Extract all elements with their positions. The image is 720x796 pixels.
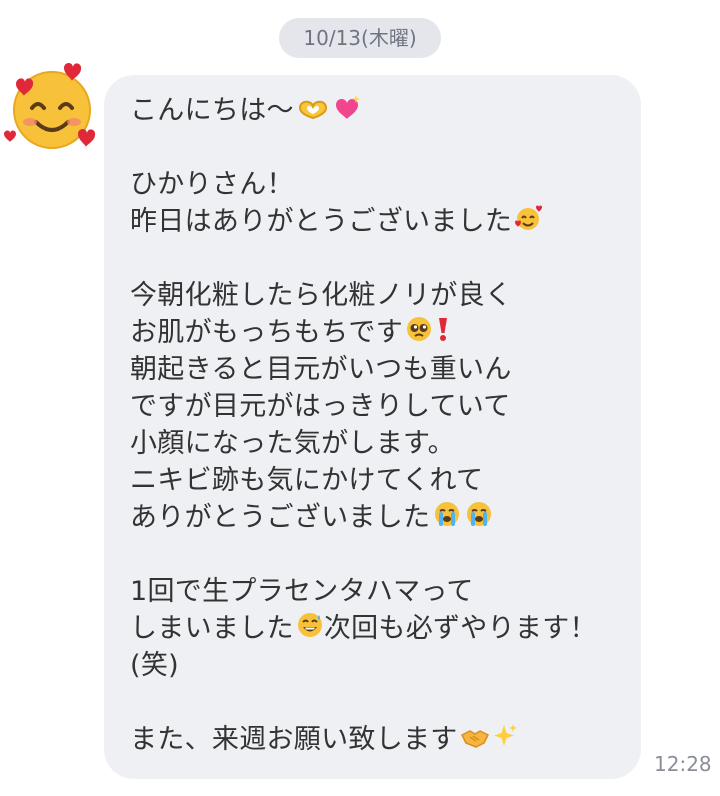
message-line: 小顔になった気がします。 [130,428,455,459]
handshake-icon [460,722,490,759]
message-line: 朝起きると目元がいつも重いん [130,354,512,385]
loudly-crying-face-icon [464,500,494,538]
message-line: お肌がもっちもちです [130,314,623,351]
smiling-face-with-hearts-icon [514,204,544,242]
exclamation-mark-icon [435,315,451,353]
message-bubble[interactable]: こんにちは〜 ひかりさん！ 昨日はありがとうございました 今朝化粧したら化粧ノリ… [104,75,641,779]
sparkling-heart-icon [332,93,362,131]
avatar[interactable] [2,58,98,154]
message-timestamp: 12:28 [654,752,712,776]
pleading-face-icon [405,315,433,353]
message-line: ニキビ跡も気にかけてくれて [130,465,484,496]
message-line: ですが目元がはっきりしていて [130,391,511,422]
heart-hands-icon [296,93,330,130]
message-line: また、来週お願い致します [130,721,623,758]
smiling-face-with-hearts-icon [4,62,96,149]
message-line: こんにちは〜 [130,92,623,129]
grinning-sweat-face-icon [296,611,324,649]
date-separator: 10/13(木曜) [279,18,441,58]
message-line: ありがとうございました [130,499,623,536]
message-line: (笑) [130,650,179,681]
loudly-crying-face-icon [432,500,462,538]
message-line: 今朝化粧したら化粧ノリが良く [130,280,513,311]
sparkles-icon [492,722,518,759]
message-line: しまいました 次回も必ずやります！ [130,610,623,647]
message-line: ひかりさん！ [130,169,294,200]
message-line: 昨日はありがとうございました [130,203,623,240]
message-line: 1回で生プラセンタハマって [130,576,474,607]
